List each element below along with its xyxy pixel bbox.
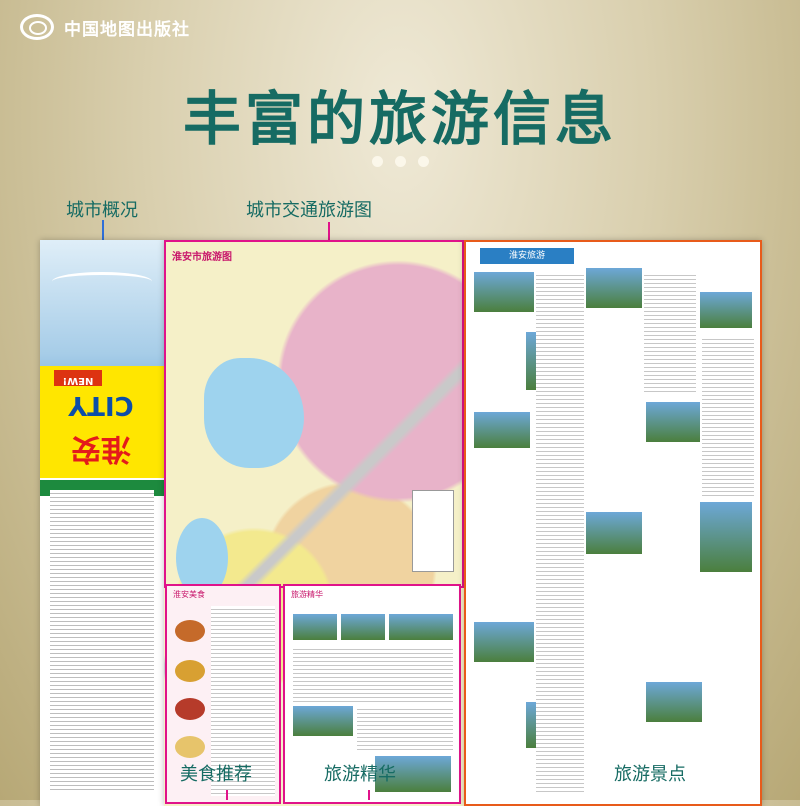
spots-text-block (536, 272, 584, 792)
food-photo (175, 736, 205, 758)
scenic-photo (293, 614, 337, 640)
scenic-photo (474, 272, 534, 312)
food-photo (175, 620, 205, 642)
scenic-photo (700, 292, 752, 328)
scenic-photo (293, 706, 353, 736)
callout-food-recommend: 美食推荐 (180, 764, 252, 785)
scenic-photo (586, 268, 642, 308)
callout-scenic-spots: 旅游景点 (614, 764, 686, 785)
scenic-photo (646, 682, 702, 722)
food-photo (175, 660, 205, 682)
scenic-photo (389, 614, 453, 640)
pager-dot (372, 156, 383, 167)
pager-dot (395, 156, 406, 167)
food-panel-title: 淮安美食 (173, 590, 205, 599)
food-photo (175, 698, 205, 720)
scenic-photo (474, 412, 530, 448)
scenic-photo (341, 614, 385, 640)
city-traffic-map-panel: 淮安市旅游图 淮安美食 旅游精华 (164, 240, 464, 806)
scenic-spots-panel: 淮安旅游 (464, 240, 762, 806)
scenic-photo (474, 622, 534, 662)
city-overview-panel: NEW! CITY 淮安 (40, 240, 164, 806)
spots-text-block (702, 336, 754, 496)
overview-text-block (50, 490, 154, 790)
publisher-name: 中国地图出版社 (64, 19, 190, 40)
pager-dots (372, 156, 429, 167)
food-leader-line (226, 790, 228, 800)
scenic-photo (646, 402, 700, 442)
new-badge: NEW! (54, 370, 102, 386)
essence-panel-title: 旅游精华 (291, 590, 323, 599)
essence-text-block (293, 646, 453, 702)
essence-text-block (357, 706, 453, 752)
traffic-map-leader-line (328, 222, 330, 242)
page-title: 丰富的旅游信息 (182, 85, 617, 153)
cover-title: 淮安 (71, 431, 131, 466)
publisher-logo-icon (20, 14, 54, 40)
map-title: 淮安市旅游图 (172, 252, 232, 263)
scenic-photo (586, 512, 642, 554)
spots-title: 淮安旅游 (480, 248, 574, 264)
cover-city-text: CITY (68, 390, 134, 420)
spots-text-block (644, 272, 696, 392)
pager-dot (418, 156, 429, 167)
essence-leader-line (368, 790, 370, 800)
map-legend (412, 490, 454, 572)
callout-city-overview: 城市概况 (66, 200, 138, 221)
scenic-photo (700, 502, 752, 572)
callout-city-traffic-map: 城市交通旅游图 (246, 200, 372, 221)
publisher-brand: 中国地图出版社 (20, 14, 190, 40)
callout-travel-essence: 旅游精华 (324, 764, 396, 785)
bridge-photo (52, 272, 152, 291)
